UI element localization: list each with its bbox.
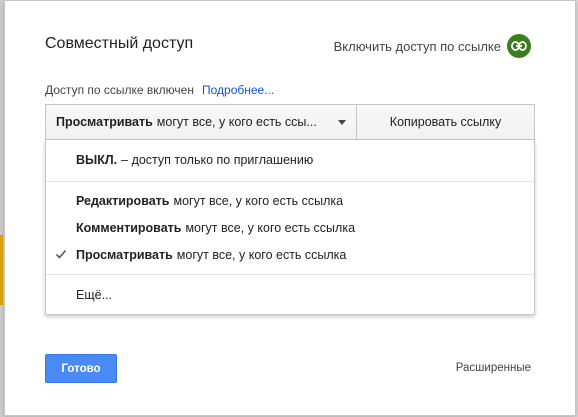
menu-separator (46, 274, 534, 275)
menu-item-text: могут все, у кого есть ссылка (185, 221, 356, 235)
background-accent (0, 235, 3, 305)
link-toggle-label: Включить доступ по ссылке (333, 38, 501, 54)
menu-item-bold: Редактировать (76, 194, 170, 208)
access-level-menu: ВЫКЛ. – доступ только по приглашению Ред… (45, 140, 535, 315)
access-level-select[interactable]: Просматривать могут все, у кого есть ссы… (45, 104, 357, 140)
menu-item-bold: Комментировать (76, 221, 182, 235)
access-select-rest: могут все, у кого есть ссы... (156, 115, 317, 129)
menu-item-more[interactable]: Ещё... (46, 282, 534, 308)
menu-item-text: – доступ только по приглашению (121, 153, 314, 167)
menu-separator (46, 181, 534, 182)
menu-item-bold: ВЫКЛ. (76, 153, 118, 167)
menu-item-off[interactable]: ВЫКЛ. – доступ только по приглашению (46, 147, 534, 173)
learn-more-link[interactable]: Подробнее... (202, 83, 274, 97)
access-select-bold: Просматривать (56, 115, 153, 129)
caret-down-icon (338, 120, 346, 125)
link-status-row: Доступ по ссылке включен Подробнее... (45, 83, 274, 97)
menu-item-text: Ещё... (76, 288, 112, 302)
menu-item-text: могут все, у кого есть ссылка (173, 194, 344, 208)
sharing-dialog: Совместный доступ Включить доступ по ссы… (4, 0, 576, 416)
link-controls: Просматривать могут все, у кого есть ссы… (45, 104, 535, 140)
link-status-text: Доступ по ссылке включен (45, 83, 194, 97)
checkmark-icon (55, 249, 67, 259)
menu-item-comment[interactable]: Комментировать могут все, у кого есть сс… (46, 215, 534, 241)
menu-item-edit[interactable]: Редактировать могут все, у кого есть ссы… (46, 188, 534, 214)
link-icon[interactable] (507, 34, 531, 58)
menu-item-text: могут все, у кого есть ссылка (176, 248, 347, 262)
done-button[interactable]: Готово (45, 354, 117, 383)
copy-link-button[interactable]: Копировать ссылку (357, 104, 535, 140)
dialog-title: Совместный доступ (45, 35, 194, 52)
advanced-settings-link[interactable]: Расширенные (456, 362, 531, 374)
menu-item-bold: Просматривать (76, 248, 173, 262)
menu-item-view[interactable]: Просматривать могут все, у кого есть ссы… (46, 242, 534, 268)
enable-link-sharing-toggle[interactable]: Включить доступ по ссылке (334, 34, 531, 58)
